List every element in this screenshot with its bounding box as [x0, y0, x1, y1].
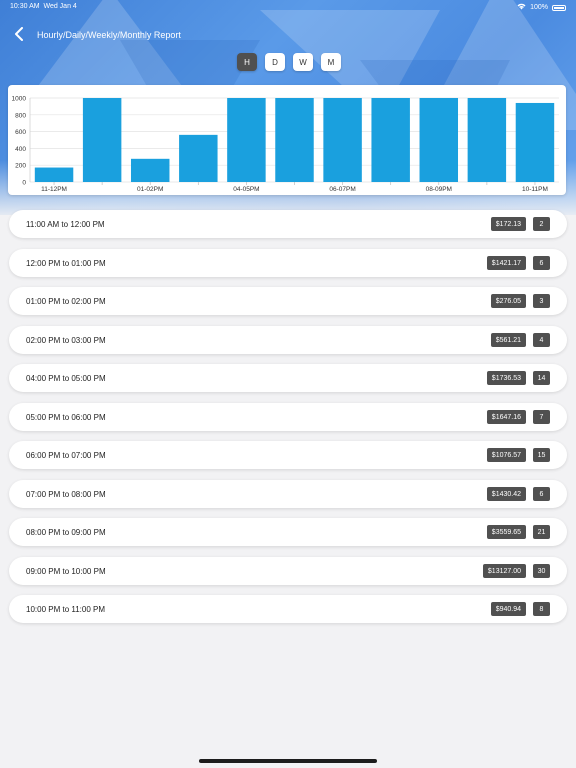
row-amount-badge: $1736.53 [486, 371, 526, 385]
x-tick-label: 10-11PM [522, 186, 548, 193]
segment-monthly[interactable]: M [321, 53, 341, 71]
bar [371, 98, 410, 182]
battery-percent: 100% [530, 4, 548, 11]
row-amount-badge: $172.13 [490, 217, 526, 231]
row-count-badge: 7 [533, 410, 550, 424]
report-row[interactable]: 01:00 PM to 02:00 PM $276.05 3 [9, 287, 567, 315]
row-time-range: 05:00 PM to 06:00 PM [26, 413, 106, 422]
y-tick-label: 200 [15, 163, 26, 170]
row-amount-badge: $940.94 [490, 602, 526, 616]
row-amount-badge: $3559.65 [486, 525, 526, 539]
row-time-range: 09:00 PM to 10:00 PM [26, 567, 106, 576]
row-amount-badge: $276.05 [490, 294, 526, 308]
bar [323, 98, 362, 182]
x-tick-label: 08-09PM [426, 186, 452, 193]
battery-icon [552, 4, 566, 11]
bar [515, 102, 555, 182]
report-row[interactable]: 11:00 AM to 12:00 PM $172.13 2 [9, 210, 567, 238]
row-count-badge: 30 [533, 564, 550, 578]
row-count-badge: 2 [533, 217, 550, 231]
row-amount-badge: $1421.17 [486, 256, 526, 270]
report-row[interactable]: 02:00 PM to 03:00 PM $561.21 4 [9, 326, 567, 354]
row-time-range: 07:00 PM to 08:00 PM [26, 490, 106, 499]
row-amount-badge: $1647.16 [486, 410, 526, 424]
row-time-range: 10:00 PM to 11:00 PM [26, 605, 106, 614]
bar [467, 98, 507, 182]
report-row[interactable]: 09:00 PM to 10:00 PM $13127.00 30 [9, 557, 567, 585]
row-time-range: 04:00 PM to 05:00 PM [26, 374, 106, 383]
row-time-range: 06:00 PM to 07:00 PM [26, 451, 106, 460]
bar [34, 167, 74, 182]
row-amount-badge: $561.21 [490, 333, 526, 347]
row-count-badge: 21 [533, 525, 550, 539]
row-count-badge: 8 [533, 602, 550, 616]
row-amount-badge: $1076.57 [486, 448, 526, 462]
status-bar: 10:30 AM Wed Jan 4 100% [0, 0, 576, 14]
y-tick-label: 800 [15, 112, 26, 119]
row-amount-badge: $13127.00 [482, 564, 526, 578]
bar [179, 134, 218, 182]
row-count-badge: 6 [533, 256, 550, 270]
x-tick-label: 01-02PM [137, 186, 163, 193]
row-time-range: 01:00 PM to 02:00 PM [26, 297, 106, 306]
y-tick-label: 400 [15, 146, 26, 153]
segment-hourly[interactable]: H [237, 53, 257, 71]
x-tick-label: 06-07PM [329, 186, 355, 193]
bar [275, 98, 314, 182]
bar [130, 158, 170, 182]
row-amount-badge: $1430.42 [486, 487, 526, 501]
row-count-badge: 3 [533, 294, 550, 308]
y-tick-label: 600 [15, 129, 26, 136]
bar [227, 98, 266, 182]
x-tick-label: 04-05PM [233, 186, 259, 193]
row-time-range: 08:00 PM to 09:00 PM [26, 528, 106, 537]
hourly-bar-chart-card: 0 200 400 600 800 1000 11-12PM 01-02PM 04-05PM 06… [8, 85, 566, 195]
y-tick-label: 0 [22, 180, 26, 187]
row-time-range: 02:00 PM to 03:00 PM [26, 336, 106, 345]
segment-weekly[interactable]: W [293, 53, 313, 71]
status-time: 10:30 AM Wed Jan 4 [10, 3, 77, 10]
x-tick-label: 11-12PM [41, 186, 67, 193]
report-row[interactable]: 10:00 PM to 11:00 PM $940.94 8 [9, 595, 567, 623]
report-row[interactable]: 04:00 PM to 05:00 PM $1736.53 14 [9, 364, 567, 392]
page-title: Hourly/Daily/Weekly/Monthly Report [37, 30, 181, 40]
bar [82, 98, 122, 182]
row-count-badge: 15 [533, 448, 550, 462]
home-indicator [199, 759, 377, 763]
report-row[interactable]: 05:00 PM to 06:00 PM $1647.16 7 [9, 403, 567, 431]
row-count-badge: 4 [533, 333, 550, 347]
status-right: 100% [517, 3, 566, 12]
segment-daily[interactable]: D [265, 53, 285, 71]
row-count-badge: 14 [533, 371, 550, 385]
row-time-range: 12:00 PM to 01:00 PM [26, 259, 106, 268]
hourly-bar-chart: 0 200 400 600 800 1000 11-12PM 01-02PM 04-05PM 06… [12, 96, 559, 193]
report-row[interactable]: 12:00 PM to 01:00 PM $1421.17 6 [9, 249, 567, 277]
wifi-icon [517, 3, 526, 12]
y-tick-label: 1000 [12, 96, 27, 103]
period-segment-control: H D W M [237, 53, 341, 71]
report-row[interactable]: 08:00 PM to 09:00 PM $3559.65 21 [9, 518, 567, 546]
row-count-badge: 6 [533, 487, 550, 501]
report-row[interactable]: 06:00 PM to 07:00 PM $1076.57 15 [9, 441, 567, 469]
bar [419, 98, 459, 182]
back-chevron-icon[interactable] [14, 27, 28, 43]
row-time-range: 11:00 AM to 12:00 PM [26, 220, 105, 229]
report-row[interactable]: 07:00 PM to 08:00 PM $1430.42 6 [9, 480, 567, 508]
nav-bar: Hourly/Daily/Weekly/Monthly Report [0, 24, 576, 46]
